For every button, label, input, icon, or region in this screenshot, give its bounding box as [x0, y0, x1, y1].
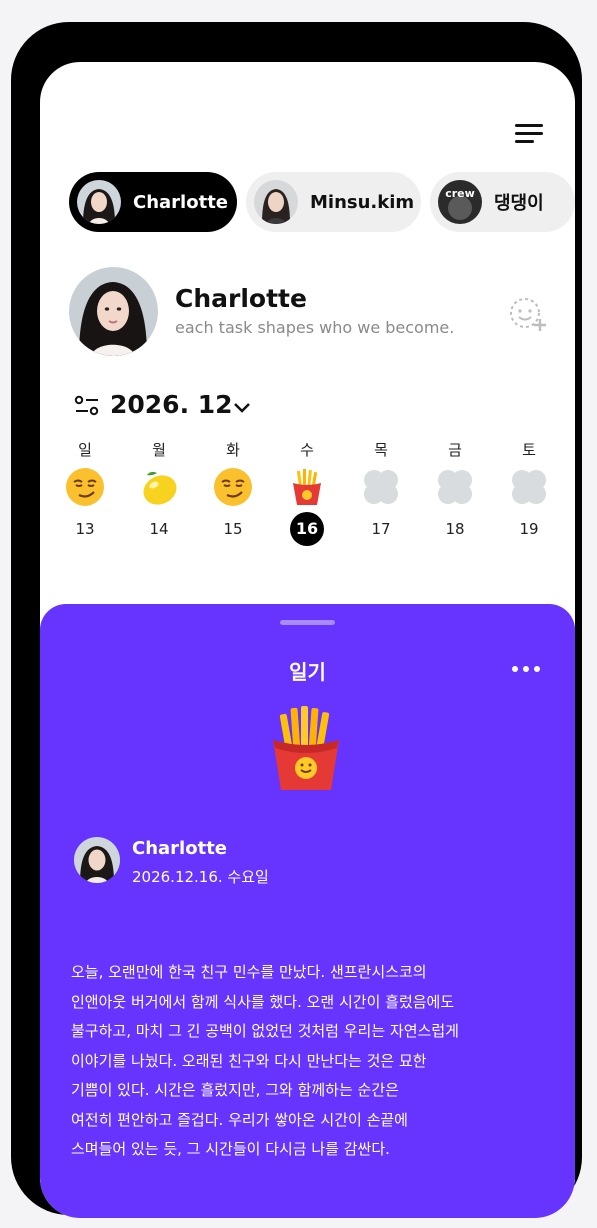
diary-line: 스며들어 있는 듯, 그 시간들이 다시금 나를 감싼다.	[71, 1140, 390, 1158]
phone-frame: Charlotte Minsu.kim crew 댕댕이 Charlotte e…	[11, 22, 582, 1218]
add-friend-icon[interactable]	[508, 295, 548, 335]
diary-line: 여전히 편안하고 즐겁다. 우리가 쌓아온 시간이 손끝에	[71, 1110, 408, 1129]
day-of-week: 일	[78, 441, 92, 459]
day-cell[interactable]: 일 13	[58, 434, 112, 549]
day-date: 13	[75, 520, 95, 538]
diary-line: 인앤아웃 버거에서 함께 식사를 했다. 오랜 시간이 흘렀음에도	[71, 992, 455, 1011]
filter-icon[interactable]	[74, 395, 100, 417]
day-date: 15	[223, 520, 243, 538]
profile-name: Charlotte	[175, 284, 307, 313]
diary-line: 기쁨이 있다. 시간은 흘렀지만, 그와 함께하는 순간은	[71, 1081, 399, 1099]
chevron-down-icon[interactable]	[233, 399, 251, 413]
day-date: 17	[371, 520, 391, 538]
diary-date: 2026.12.16. 수요일	[132, 868, 269, 886]
profile-chip-minsu[interactable]: Minsu.kim	[246, 172, 421, 232]
day-cell[interactable]: 목 17	[354, 434, 408, 549]
profile-chip-dog[interactable]: crew 댕댕이	[430, 172, 575, 232]
day-cell[interactable]: 금 18	[428, 434, 482, 549]
day-of-week: 화	[226, 441, 240, 459]
diary-title: 일기	[289, 660, 326, 684]
diary-line: 불구하고, 마치 그 긴 공백이 없었던 것처럼 우리는 자연스럽게	[71, 1022, 459, 1040]
day-of-week: 금	[448, 441, 462, 459]
fries-icon	[267, 706, 345, 792]
avatar	[77, 180, 121, 224]
svg-text:crew: crew	[445, 187, 475, 200]
more-options-icon[interactable]	[510, 664, 542, 674]
day-cell-selected[interactable]: 수 16	[280, 434, 334, 549]
day-of-week: 월	[152, 441, 166, 459]
day-date: 19	[519, 520, 539, 538]
app-screen: Charlotte Minsu.kim crew 댕댕이 Charlotte e…	[40, 62, 575, 1218]
day-cell[interactable]: 화 15	[206, 434, 260, 549]
empty-mood-icon	[435, 467, 475, 507]
day-cell[interactable]: 토 19	[502, 434, 556, 549]
avatar: crew	[438, 180, 482, 224]
day-of-week: 수	[300, 441, 314, 459]
hamburger-menu-icon[interactable]	[515, 122, 545, 146]
avatar	[74, 837, 120, 883]
day-cell[interactable]: 월 14	[132, 434, 186, 549]
profile-chip-label: Charlotte	[133, 191, 229, 213]
sheet-drag-handle[interactable]	[280, 620, 335, 625]
lemon-icon	[139, 467, 179, 507]
avatar	[254, 180, 298, 224]
profile-bio: each task shapes who we become.	[175, 318, 455, 337]
day-date: 14	[149, 520, 169, 538]
fries-icon	[287, 467, 327, 507]
day-date: 18	[445, 520, 465, 538]
diary-sheet: 일기 Charlotte 2026.12.16. 수요일 오늘, 오랜만에 한국…	[40, 604, 575, 1218]
day-of-week: 토	[522, 441, 536, 459]
empty-mood-icon	[509, 467, 549, 507]
profile-switcher: Charlotte Minsu.kim crew 댕댕이	[69, 172, 575, 232]
empty-mood-icon	[361, 467, 401, 507]
profile-chip-label: 댕댕이	[494, 193, 544, 214]
smirk-face-icon	[65, 467, 105, 507]
profile-chip-charlotte[interactable]: Charlotte	[69, 172, 237, 232]
diary-author-name: Charlotte	[132, 838, 228, 859]
diary-line: 이야기를 나눴다. 오래된 친구와 다시 만난다는 것은 묘한	[71, 1051, 427, 1070]
diary-line: 오늘, 오랜만에 한국 친구 민수를 만났다. 샌프란시스코의	[71, 963, 427, 981]
week-calendar: 일 13 월 14 화 15 수 16 목 17 금 18 토 19	[58, 434, 561, 549]
profile-chip-label: Minsu.kim	[310, 191, 415, 213]
profile-avatar[interactable]	[69, 267, 158, 356]
smirk-face-icon	[213, 467, 253, 507]
month-selector[interactable]: 2026. 12	[110, 390, 233, 419]
diary-body: 오늘, 오랜만에 한국 친구 민수를 만났다. 샌프란시스코의 인앤아웃 버거에…	[71, 958, 541, 1165]
day-date-selected: 16	[290, 512, 324, 546]
day-of-week: 목	[374, 441, 388, 459]
